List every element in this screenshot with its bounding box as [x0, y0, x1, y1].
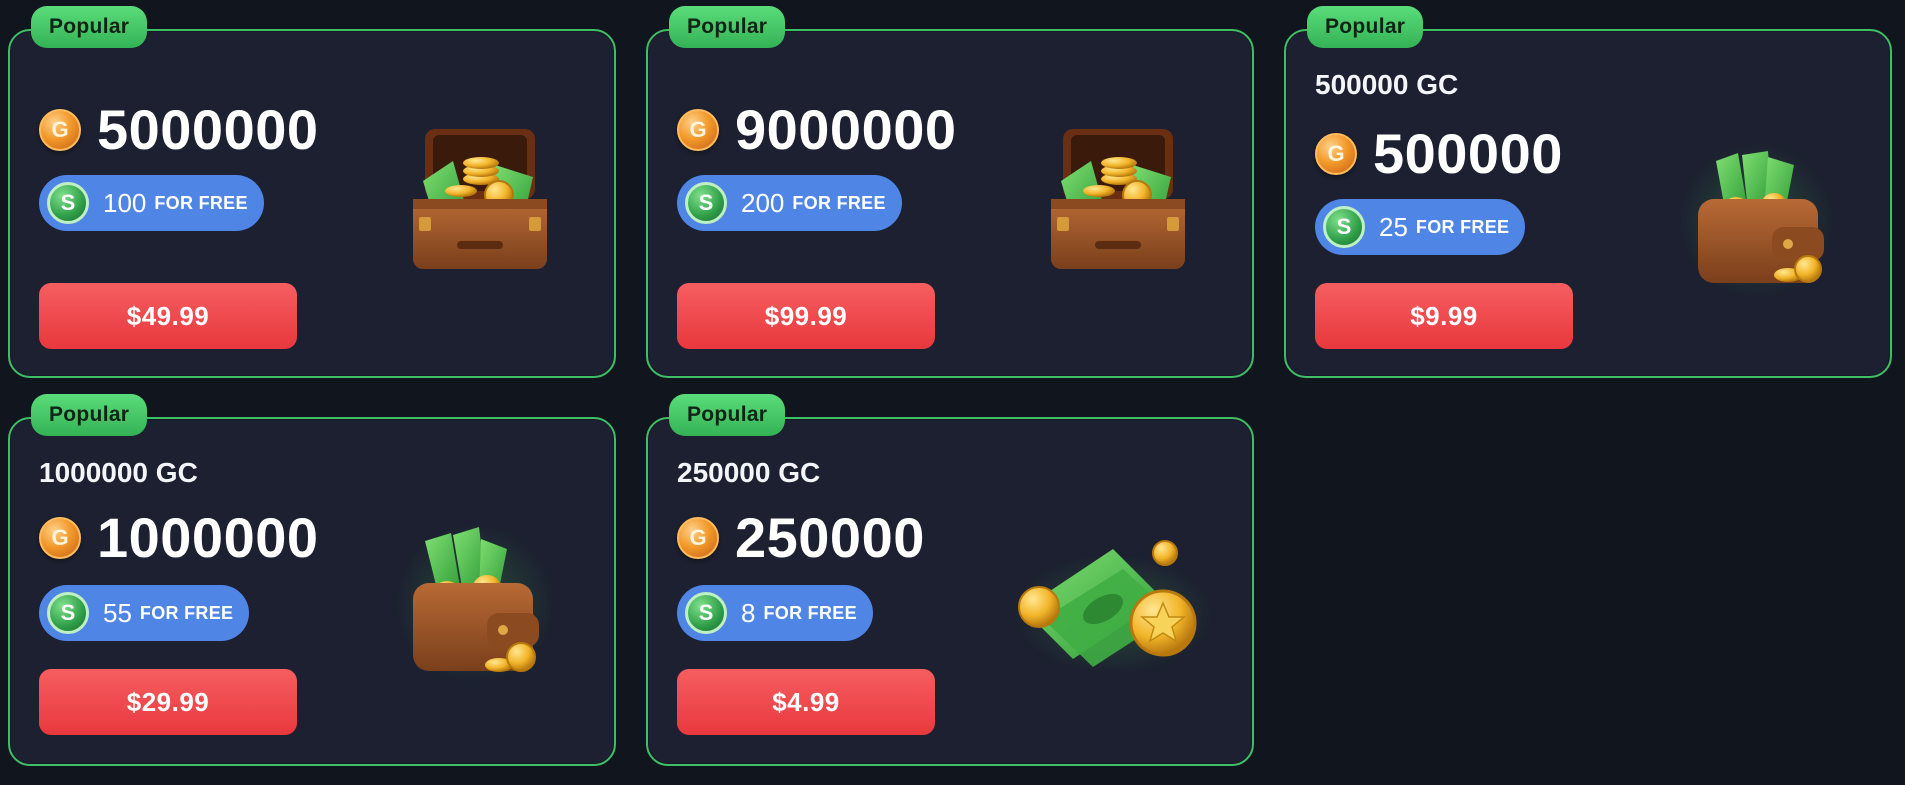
popular-badge: Popular [669, 394, 786, 436]
wallet-with-cash-illustration [1678, 143, 1834, 299]
free-bonus-pill: S 100 FOR FREE [39, 175, 264, 231]
gold-coin-g-icon: G [1315, 132, 1357, 175]
gold-coin-amount: G 9000000 [677, 97, 957, 162]
sweeps-coin-s-icon: S [1323, 206, 1365, 248]
free-bonus-pill: S 55 FOR FREE [39, 585, 250, 641]
package-card: Popular G 9000000 S 200 FOR FREE $99.99 [646, 6, 1254, 378]
free-label: FOR FREE [154, 192, 248, 213]
free-label: FOR FREE [763, 602, 857, 623]
popular-badge: Popular [31, 6, 148, 48]
free-bonus-pill: S 25 FOR FREE [1315, 199, 1526, 255]
package-title: 250000 GC [677, 457, 821, 488]
gold-coin-amount: G 5000000 [39, 97, 319, 162]
treasure-chest-illustration [1051, 129, 1185, 269]
gold-coin-amount: G 250000 [677, 505, 925, 570]
free-label: FOR FREE [792, 192, 886, 213]
free-amount: 100 [103, 187, 147, 218]
package-title: 500000 GC [1315, 69, 1459, 100]
gold-coin-g-icon: G [39, 516, 81, 559]
free-bonus-pill: S 200 FOR FREE [677, 175, 902, 231]
buy-button[interactable]: $4.99 [677, 669, 935, 735]
free-label: FOR FREE [1415, 216, 1510, 237]
coin-amount: 500000 [1373, 122, 1563, 185]
popular-badge: Popular [1307, 6, 1424, 48]
gold-coin-g-icon: G [677, 516, 719, 559]
free-label: FOR FREE [139, 602, 234, 623]
gold-coin-g-icon: G [677, 108, 719, 151]
free-amount: 8 [741, 597, 756, 628]
package-title: 1000000 GC [39, 457, 198, 488]
sweeps-coin-s-icon: S [47, 592, 89, 634]
buy-button[interactable]: $9.99 [1315, 283, 1573, 349]
free-amount: 25 [1379, 211, 1408, 242]
buy-button[interactable]: $99.99 [677, 283, 935, 349]
buy-button[interactable]: $49.99 [39, 283, 297, 349]
package-card: Popular 500000 GC G 500000 S 25 FOR FREE… [1284, 6, 1892, 378]
treasure-chest-illustration [413, 129, 547, 269]
coin-amount: 250000 [735, 506, 925, 569]
buy-button[interactable]: $29.99 [39, 669, 297, 735]
sweeps-coin-s-icon: S [685, 182, 727, 224]
package-card: Popular 250000 GC G 250000 S 8 FOR FREE … [646, 394, 1254, 766]
sweeps-coin-s-icon: S [47, 182, 89, 224]
wallet-with-cash-illustration [395, 524, 555, 684]
coin-amount: 9000000 [735, 98, 957, 161]
cash-and-coins-illustration [1013, 540, 1213, 674]
gold-coin-g-icon: G [39, 108, 81, 151]
free-amount: 55 [103, 597, 132, 628]
popular-badge: Popular [31, 394, 148, 436]
coin-amount: 1000000 [97, 506, 319, 569]
free-bonus-pill: S 8 FOR FREE [677, 585, 873, 641]
gold-coin-amount: G 1000000 [39, 505, 319, 570]
package-card: Popular 1000000 GC G 1000000 S 55 FOR FR… [8, 394, 616, 766]
gold-coin-amount: G 500000 [1315, 121, 1563, 186]
coin-amount: 5000000 [97, 98, 319, 161]
popular-badge: Popular [669, 6, 786, 48]
package-card: Popular G 5000000 S 100 FOR FREE $49.99 [8, 6, 616, 378]
free-amount: 200 [741, 187, 785, 218]
sweeps-coin-s-icon: S [685, 592, 727, 634]
